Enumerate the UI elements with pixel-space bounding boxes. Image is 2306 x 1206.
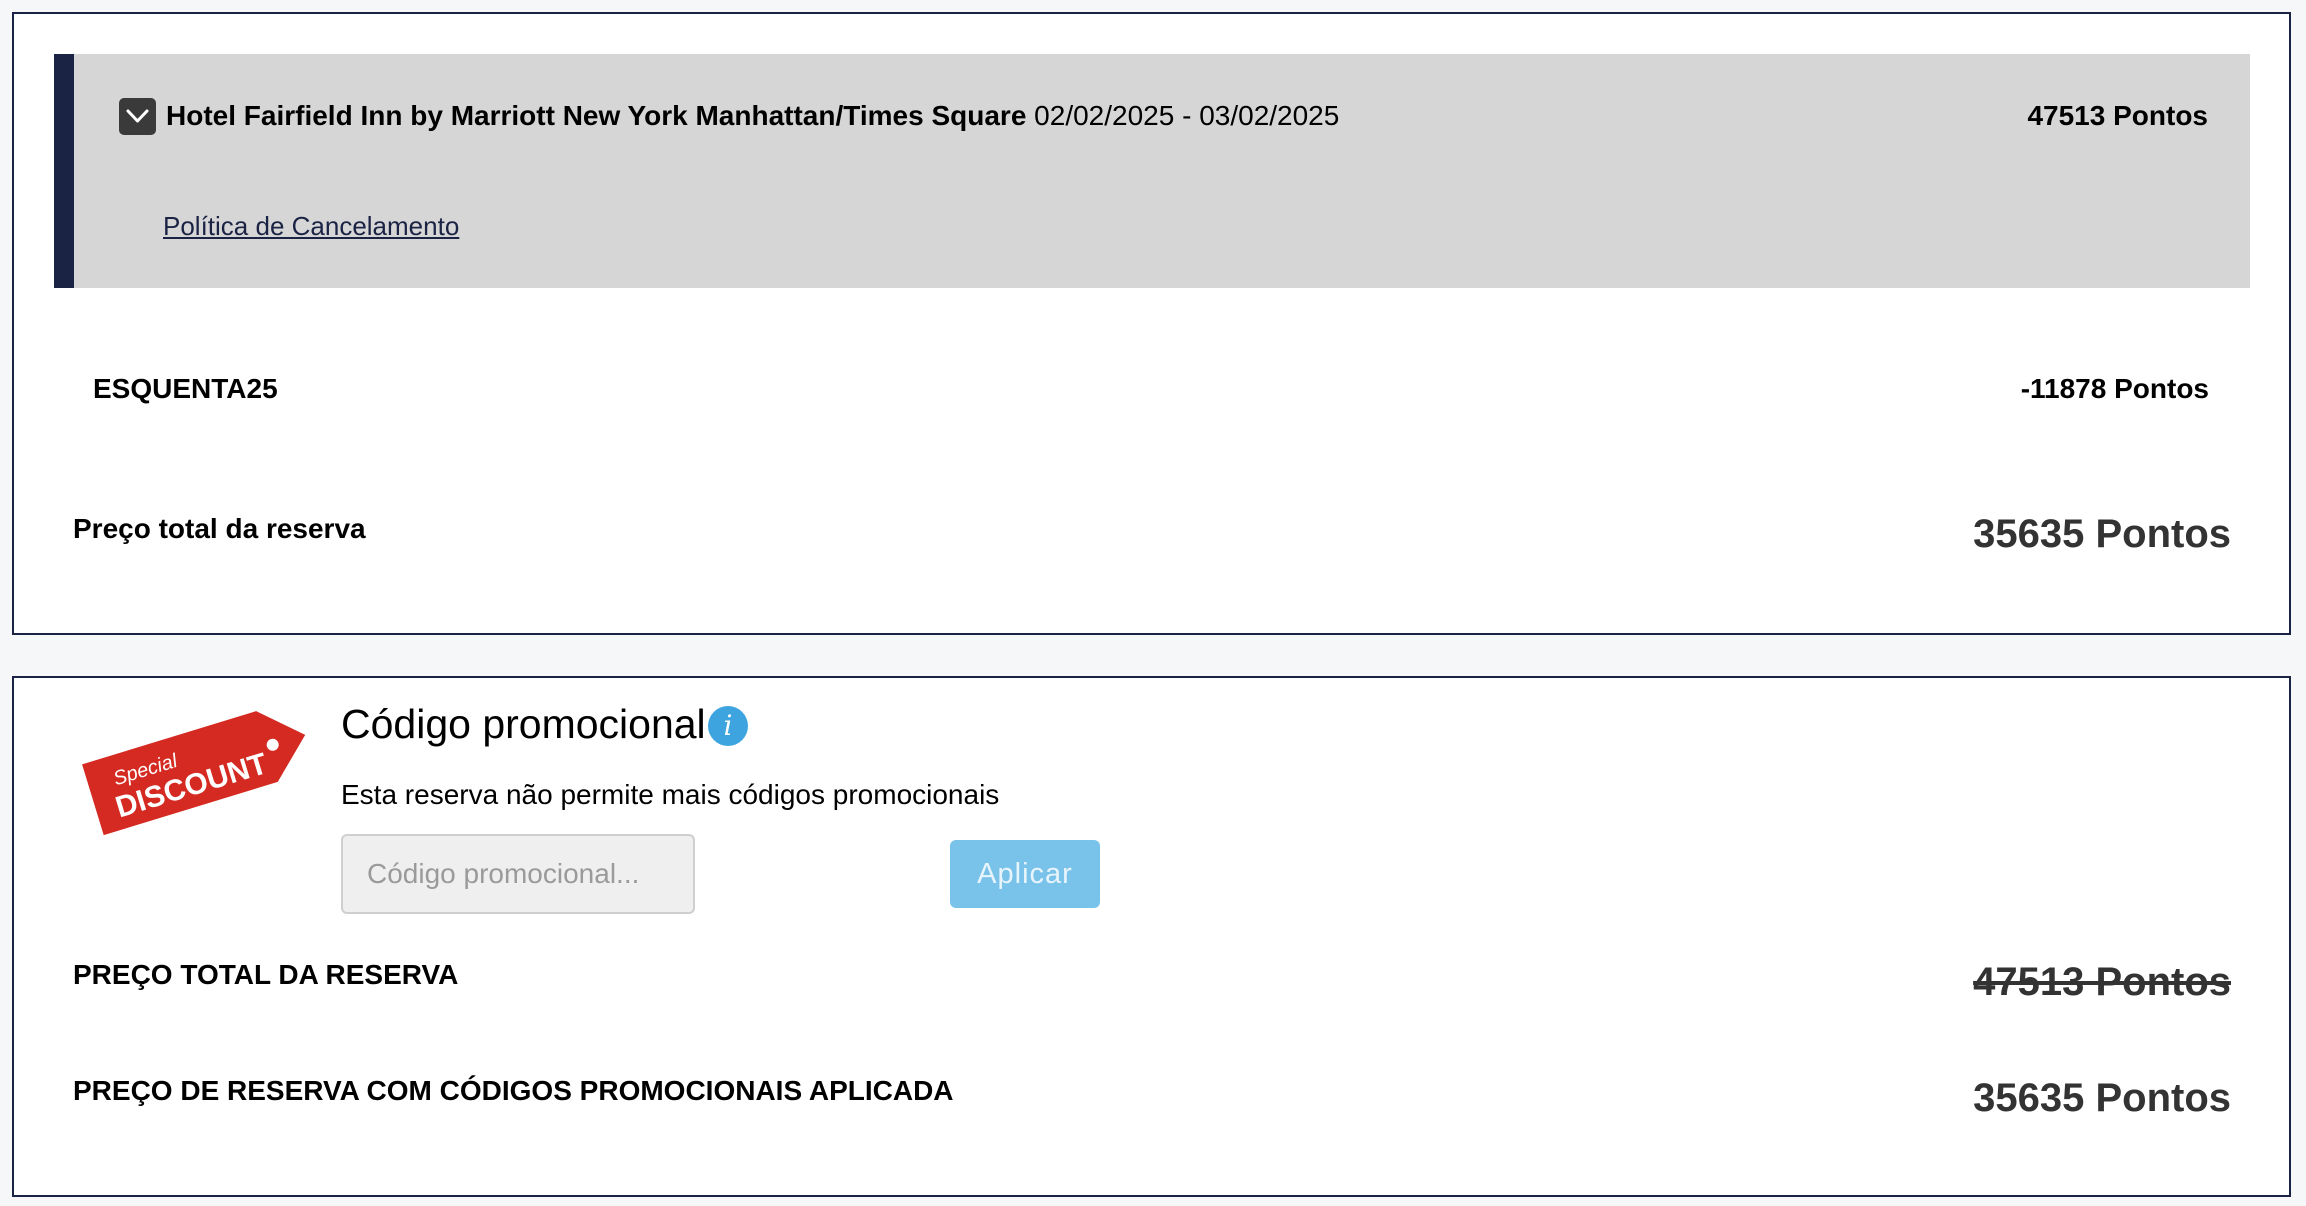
hotel-points: 47513 Pontos <box>2027 100 2208 131</box>
special-discount-tag-icon: Special DISCOUNT <box>82 711 306 836</box>
hotel-item: Hotel Fairfield Inn by Marriott New York… <box>54 54 2250 288</box>
total-label: Preço total da reserva <box>73 513 366 544</box>
applied-promo-code: ESQUENTA25 <box>93 373 278 404</box>
info-icon[interactable]: i <box>708 706 748 746</box>
final-total-label: PREÇO DE RESERVA COM CÓDIGOS PROMOCIONAI… <box>73 1075 954 1106</box>
original-total-label: PREÇO TOTAL DA RESERVA <box>73 959 459 990</box>
original-total-value: 47513 Pontos <box>1973 960 2231 1004</box>
cancellation-policy-link[interactable]: Política de Cancelamento <box>163 211 459 242</box>
final-total-value: 35635 Pontos <box>1973 1076 2231 1120</box>
promo-code-input[interactable] <box>341 834 695 914</box>
promo-note: Esta reserva não permite mais códigos pr… <box>341 779 1000 810</box>
hotel-dates: 02/02/2025 - 03/02/2025 <box>1034 100 1340 131</box>
total-value: 35635 Pontos <box>1973 512 2231 556</box>
promo-discount-value: -11878 Pontos <box>2020 373 2209 404</box>
promo-code-panel: Special DISCOUNT Código promocional i Es… <box>12 676 2291 1197</box>
collapse-toggle[interactable] <box>119 98 156 135</box>
promo-title: Código promocional <box>341 701 706 747</box>
chevron-down-icon <box>126 109 149 123</box>
apply-button[interactable]: Aplicar <box>950 840 1100 908</box>
hotel-name: Hotel Fairfield Inn by Marriott New York… <box>166 100 1027 131</box>
hotel-title: Hotel Fairfield Inn by Marriott New York… <box>166 99 1339 133</box>
booking-summary-panel: Hotel Fairfield Inn by Marriott New York… <box>12 12 2291 635</box>
